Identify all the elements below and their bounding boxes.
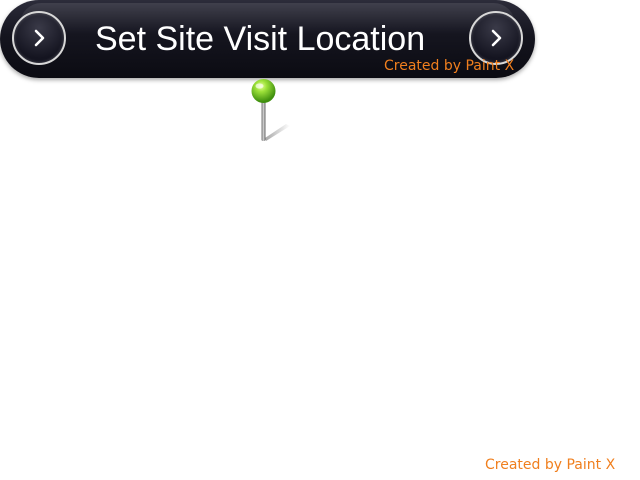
chevron-right-icon <box>34 29 45 47</box>
watermark-bottom: Created by Paint X <box>485 457 616 473</box>
watermark-top: Created by Paint X <box>384 58 515 74</box>
map-canvas[interactable]: Set Site Visit Location Created by Paint… <box>0 0 640 480</box>
pin-shadow <box>265 124 290 141</box>
pin-highlight <box>255 83 264 89</box>
pin-head <box>251 79 276 103</box>
callout-title: Set Site Visit Location <box>95 20 426 58</box>
pin-needle <box>261 98 266 141</box>
map-pin-icon[interactable] <box>246 78 296 148</box>
left-disclosure-button[interactable] <box>12 11 66 65</box>
chevron-right-icon <box>491 29 502 47</box>
right-disclosure-button[interactable] <box>469 11 523 65</box>
